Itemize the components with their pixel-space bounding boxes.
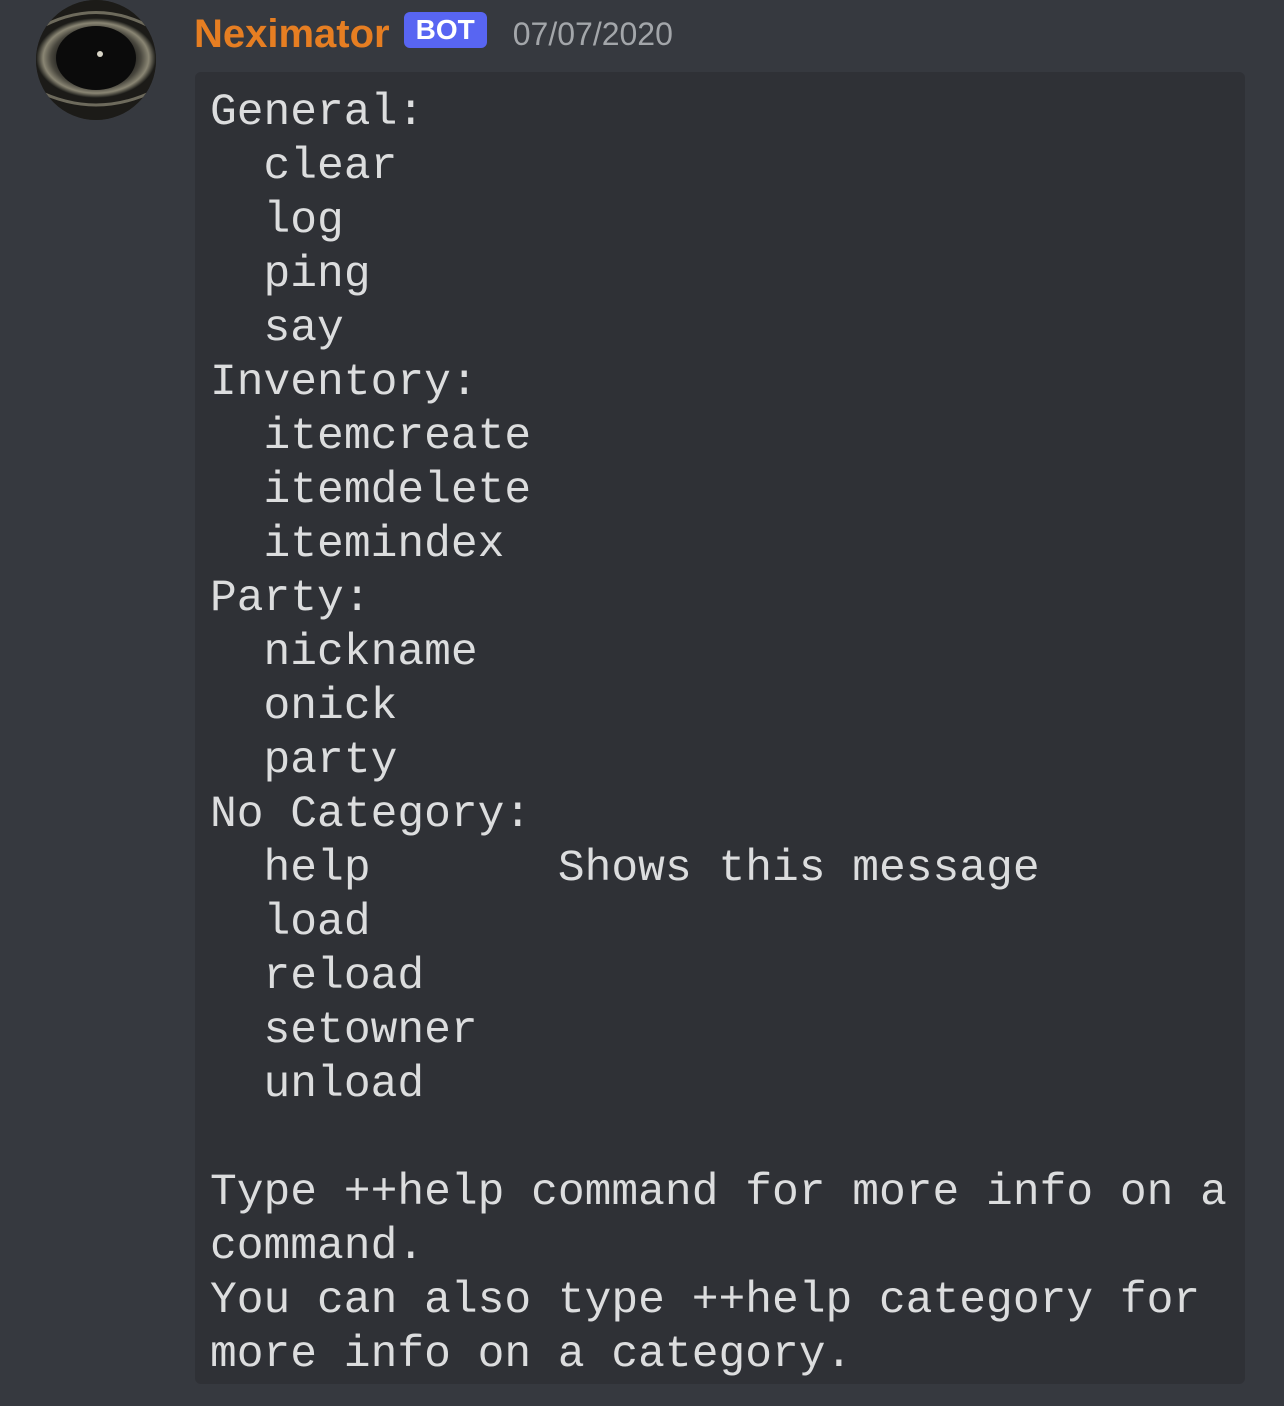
eye-avatar-icon (36, 0, 156, 120)
help-text: General: clear log ping say Inventory: i… (210, 88, 1227, 1380)
message-header: Neximator BOT 07/07/2020 (194, 6, 673, 62)
code-block: General: clear log ping say Inventory: i… (195, 72, 1245, 1384)
username[interactable]: Neximator (194, 12, 390, 57)
message-timestamp: 07/07/2020 (512, 15, 673, 52)
chat-message: Neximator BOT 07/07/2020 General: clear … (0, 0, 1284, 1406)
bot-badge: BOT (403, 12, 487, 48)
user-avatar[interactable] (36, 0, 156, 120)
